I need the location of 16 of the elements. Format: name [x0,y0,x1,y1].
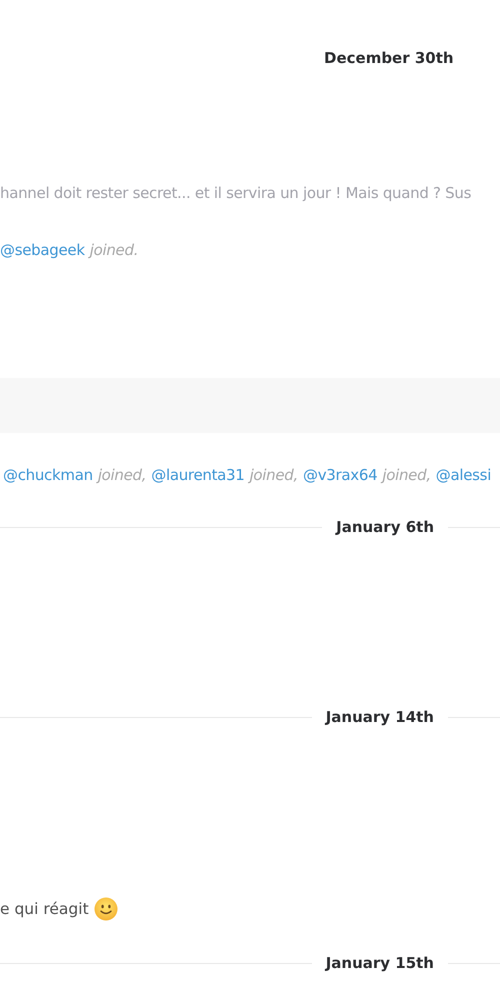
smiley-icon [94,897,118,921]
user-mention[interactable]: @v3rax64 [303,463,378,487]
user-mention[interactable]: @chuckman [3,463,93,487]
joined-text: joined. [90,240,138,261]
message-text: hannel doit rester secret... et il servira un jour ! Mais quand ? Sus [0,183,472,204]
date-divider-label: January 15th [324,953,435,974]
date-label: December 30th [324,48,454,69]
joined-text: joined, [98,465,146,486]
user-mention[interactable]: @sebageek [0,238,85,262]
user-mention[interactable]: @alessi [436,463,492,487]
date-divider-label: January 14th [324,707,435,728]
date-divider-label: January 6th [334,517,435,538]
message-text: e qui réagit [0,900,89,918]
joined-text: joined, [250,465,298,486]
joined-text: joined, [382,465,431,486]
user-mention[interactable]: @laurenta31 [151,463,245,487]
